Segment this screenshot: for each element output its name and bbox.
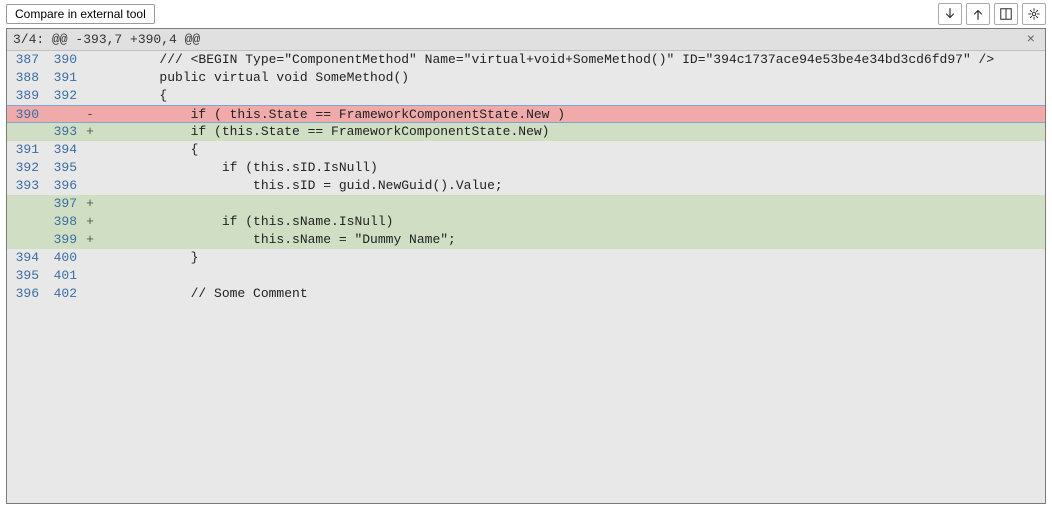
diff-container: 3/4: @@ -393,7 +390,4 @@ × 387390 /// <B… <box>6 28 1046 504</box>
line-number-old: 389 <box>7 87 45 105</box>
diff-marker <box>83 51 97 69</box>
prev-diff-button[interactable] <box>966 3 990 25</box>
line-number-new: 396 <box>45 177 83 195</box>
diff-line[interactable]: 387390 /// <BEGIN Type="ComponentMethod"… <box>7 51 1045 69</box>
side-by-side-button[interactable] <box>994 3 1018 25</box>
hunk-header-text: 3/4: @@ -393,7 +390,4 @@ <box>13 32 200 47</box>
line-number-new: 395 <box>45 159 83 177</box>
diff-marker <box>83 141 97 159</box>
line-number-new: 398 <box>45 213 83 231</box>
diff-code: this.sID = guid.NewGuid().Value; <box>97 177 1045 195</box>
diff-code: { <box>97 87 1045 105</box>
line-number-old: 392 <box>7 159 45 177</box>
diff-settings-button[interactable] <box>1022 3 1046 25</box>
line-number-old: 396 <box>7 285 45 303</box>
diff-marker <box>83 177 97 195</box>
diff-code: { <box>97 141 1045 159</box>
toolbar: Compare in external tool <box>0 0 1052 28</box>
diff-code: /// <BEGIN Type="ComponentMethod" Name="… <box>97 51 1045 69</box>
diff-line[interactable]: 396402 // Some Comment <box>7 285 1045 303</box>
line-number-old <box>7 213 45 231</box>
diff-code: public virtual void SomeMethod() <box>97 69 1045 87</box>
arrow-up-icon <box>971 7 985 21</box>
diff-marker <box>83 267 97 285</box>
diff-code: if (this.State == FrameworkComponentStat… <box>97 123 1045 141</box>
line-number-new: 393 <box>45 123 83 141</box>
line-number-new: 399 <box>45 231 83 249</box>
line-number-new: 394 <box>45 141 83 159</box>
diff-code: // Some Comment <box>97 285 1045 303</box>
line-number-old: 388 <box>7 69 45 87</box>
line-number-old: 395 <box>7 267 45 285</box>
diff-marker <box>83 159 97 177</box>
diff-line[interactable]: 389392 { <box>7 87 1045 105</box>
line-number-old: 391 <box>7 141 45 159</box>
diff-line[interactable]: 390 - if ( this.State == FrameworkCompone… <box>7 105 1045 123</box>
diff-code <box>97 267 1045 285</box>
diff-line[interactable]: 393396 this.sID = guid.NewGuid().Value; <box>7 177 1045 195</box>
diff-code: if ( this.State == FrameworkComponentSta… <box>97 106 1045 122</box>
diff-code: if (this.sID.IsNull) <box>97 159 1045 177</box>
diff-marker <box>83 87 97 105</box>
hunk-header: 3/4: @@ -393,7 +390,4 @@ × <box>7 29 1045 51</box>
line-number-new: 391 <box>45 69 83 87</box>
compare-external-button[interactable]: Compare in external tool <box>6 4 155 24</box>
diff-line[interactable]: 388391 public virtual void SomeMethod() <box>7 69 1045 87</box>
diff-line[interactable]: 395401 <box>7 267 1045 285</box>
diff-code: if (this.sName.IsNull) <box>97 213 1045 231</box>
diff-marker: + <box>83 213 97 231</box>
line-number-old <box>7 231 45 249</box>
side-by-side-icon <box>999 7 1013 21</box>
line-number-old: 394 <box>7 249 45 267</box>
line-number-new: 397 <box>45 195 83 213</box>
close-hunk-button[interactable]: × <box>1023 32 1039 48</box>
diff-marker: - <box>83 106 97 122</box>
diff-marker: + <box>83 231 97 249</box>
diff-marker: + <box>83 195 97 213</box>
line-number-new: 392 <box>45 87 83 105</box>
diff-body[interactable]: 387390 /// <BEGIN Type="ComponentMethod"… <box>7 51 1045 503</box>
line-number-new <box>45 106 83 122</box>
diff-line[interactable]: 392395 if (this.sID.IsNull) <box>7 159 1045 177</box>
diff-marker: + <box>83 123 97 141</box>
line-number-old: 390 <box>7 106 45 122</box>
arrow-down-icon <box>943 7 957 21</box>
diff-code: } <box>97 249 1045 267</box>
line-number-old: 393 <box>7 177 45 195</box>
diff-line[interactable]: 397+ <box>7 195 1045 213</box>
diff-code: this.sName = "Dummy Name"; <box>97 231 1045 249</box>
line-number-old <box>7 195 45 213</box>
line-number-new: 402 <box>45 285 83 303</box>
diff-line[interactable]: 391394 { <box>7 141 1045 159</box>
diff-line[interactable]: 394400 } <box>7 249 1045 267</box>
line-number-new: 390 <box>45 51 83 69</box>
diff-code <box>97 195 1045 213</box>
diff-marker <box>83 249 97 267</box>
diff-marker <box>83 285 97 303</box>
line-number-new: 400 <box>45 249 83 267</box>
diff-line[interactable]: 398+ if (this.sName.IsNull) <box>7 213 1045 231</box>
line-number-old <box>7 123 45 141</box>
line-number-old: 387 <box>7 51 45 69</box>
line-number-new: 401 <box>45 267 83 285</box>
settings-icon <box>1027 7 1041 21</box>
toolbar-right <box>938 3 1046 25</box>
diff-line[interactable]: 393+ if (this.State == FrameworkComponen… <box>7 123 1045 141</box>
next-diff-button[interactable] <box>938 3 962 25</box>
diff-marker <box>83 69 97 87</box>
diff-line[interactable]: 399+ this.sName = "Dummy Name"; <box>7 231 1045 249</box>
